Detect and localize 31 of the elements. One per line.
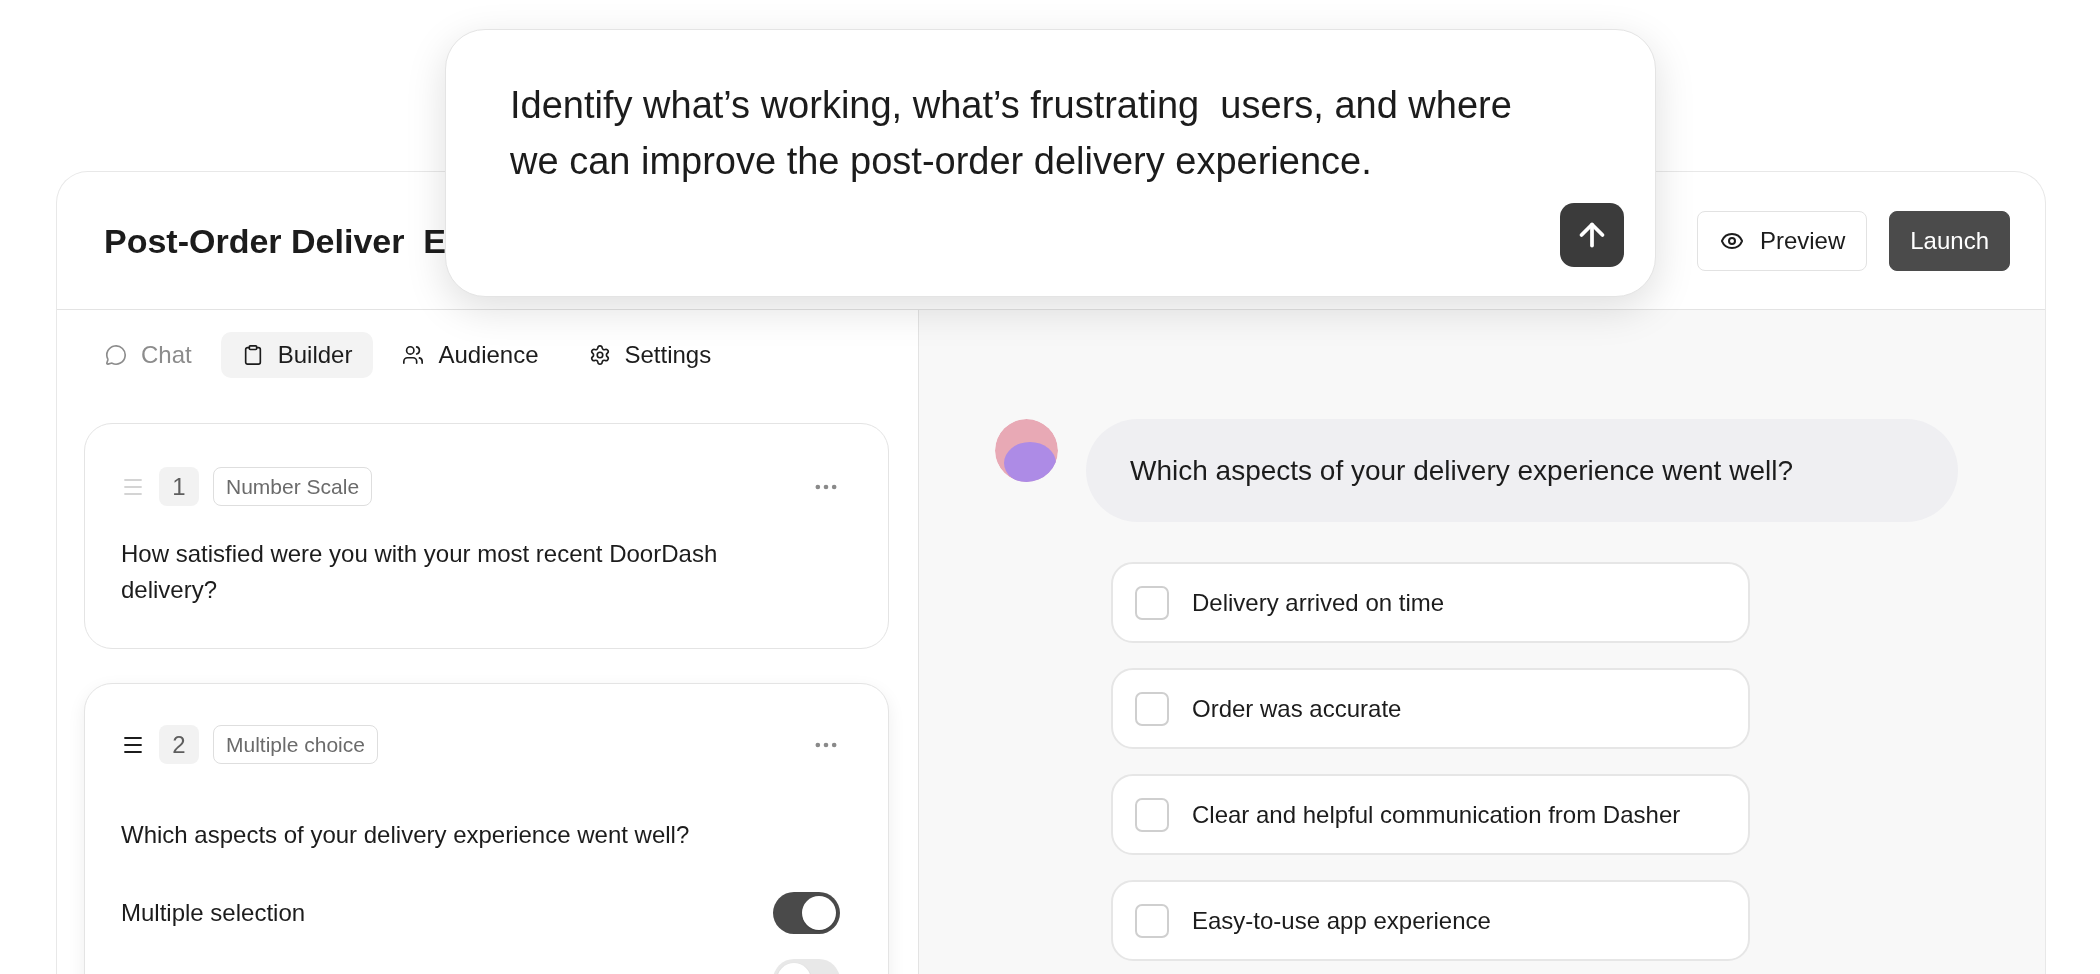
question-card[interactable]: 2 Multiple choice Which aspects of your delivery experience went well? Multiple selection xyxy=(84,683,889,974)
send-button[interactable] xyxy=(1560,203,1624,267)
question-card[interactable]: 1 Number Scale How satisfied were you with your most recent DoorDash delivery? xyxy=(84,423,889,649)
answer-option[interactable]: Easy-to-use app experience xyxy=(1111,880,1750,961)
preview-button[interactable]: Preview xyxy=(1696,210,1868,271)
avatar-icon xyxy=(995,419,1058,482)
tab[interactable]: Builder xyxy=(220,332,374,378)
checkbox[interactable] xyxy=(1135,797,1169,832)
setting-label: Multiple selection xyxy=(121,898,306,928)
chat-bubble-icon xyxy=(105,344,127,366)
question-bubble: Which aspects of your delivery experience went well? xyxy=(1086,419,1958,522)
answer-option[interactable]: Order was accurate xyxy=(1111,668,1750,749)
settings-icon xyxy=(588,344,611,366)
question-number: 1 xyxy=(159,467,199,506)
users-icon xyxy=(402,344,425,366)
question-type-tag: Multiple choice xyxy=(213,725,378,764)
prompt-field[interactable]: Identify what’s working, what’s frustrating users, and where we can improve the post-order delivery experience. xyxy=(510,77,1560,189)
answer-option[interactable]: Clear and helpful communication from Dasher xyxy=(1111,774,1750,855)
checkbox[interactable] xyxy=(1135,585,1169,620)
checkbox[interactable] xyxy=(1135,691,1169,726)
launch-button[interactable]: Launch xyxy=(1889,210,2010,271)
tab[interactable]: Settings xyxy=(567,332,733,378)
question-type-tag: Number Scale xyxy=(213,467,373,506)
answer-option[interactable]: Delivery arrived on time xyxy=(1111,562,1750,643)
question-text: Which aspects of your delivery experience went well? xyxy=(121,820,691,850)
question-text: How satisfied were you with your most recent DoorDash delivery? xyxy=(121,539,719,605)
question-number: 2 xyxy=(159,725,199,764)
window-title: Post-Order Deliver E xyxy=(104,220,446,261)
tab[interactable]: Audience xyxy=(381,332,560,378)
toggle-switch[interactable] xyxy=(773,892,840,934)
checkbox[interactable] xyxy=(1135,903,1169,938)
